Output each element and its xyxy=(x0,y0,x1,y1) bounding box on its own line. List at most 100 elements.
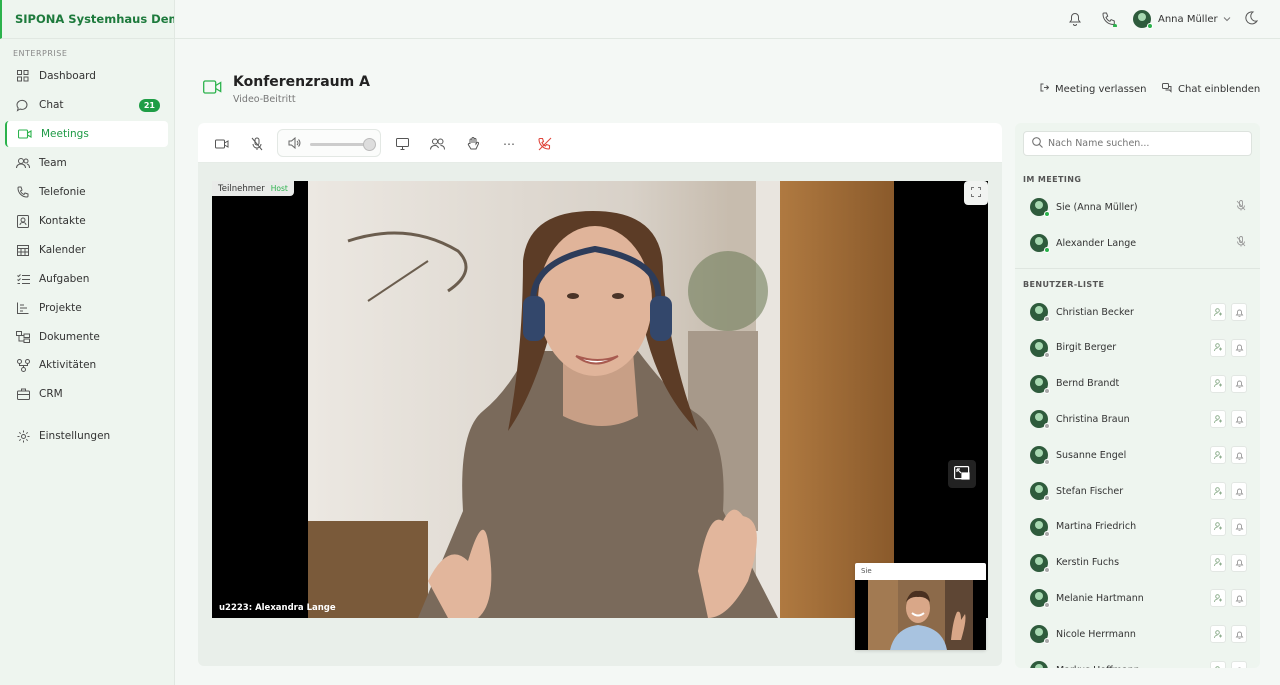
moon-icon[interactable] xyxy=(1244,11,1260,27)
show-chat-button[interactable]: Chat einblenden xyxy=(1162,83,1260,96)
bell-icon[interactable] xyxy=(1231,482,1247,500)
add-user-icon[interactable] xyxy=(1210,589,1226,608)
user-list-row[interactable]: Christina Braun xyxy=(1030,407,1250,431)
sidebar-item-projekte[interactable]: Projekte xyxy=(5,295,168,321)
sidebar-item-dashboard[interactable]: Dashboard xyxy=(5,63,168,89)
participants-icon[interactable] xyxy=(428,135,446,153)
bell-icon[interactable] xyxy=(1231,303,1247,321)
avatar xyxy=(1030,517,1050,537)
bell-icon[interactable] xyxy=(1231,374,1247,393)
avatar xyxy=(1030,234,1050,253)
more-icon[interactable]: ⋯ xyxy=(500,135,518,153)
user-list-row[interactable]: Nicole Herrmann xyxy=(1030,622,1250,646)
add-user-icon[interactable] xyxy=(1210,303,1226,321)
page-subtitle: Video-Beitritt xyxy=(233,94,296,105)
grid-icon xyxy=(15,69,31,83)
avatar xyxy=(1030,303,1050,322)
sidebar-item-label: Projekte xyxy=(39,302,82,314)
bell-icon[interactable] xyxy=(1231,553,1247,572)
bell-icon[interactable] xyxy=(1068,11,1084,27)
hangup-icon[interactable] xyxy=(536,135,554,153)
sidebar-item-team[interactable]: Team xyxy=(5,150,168,176)
volume-slider[interactable] xyxy=(310,138,376,151)
user-list-row[interactable]: Martina Friedrich xyxy=(1030,515,1250,539)
avatar xyxy=(1030,338,1050,358)
app-title[interactable]: SIPONA Systemhaus Demo... xyxy=(0,0,174,39)
sidebar-item-label: Dokumente xyxy=(39,331,100,343)
user-list-row[interactable]: Stefan Fischer xyxy=(1030,479,1250,503)
meeting-toolbar: ⋯ xyxy=(198,123,1002,163)
avatar xyxy=(1030,589,1050,609)
camera-icon[interactable] xyxy=(213,135,231,153)
avatar xyxy=(1030,482,1050,501)
screen-share-icon[interactable] xyxy=(393,135,411,153)
phone-icon[interactable] xyxy=(1101,11,1117,28)
sidebar-item-telefonie[interactable]: Telefonie xyxy=(5,179,168,205)
bell-icon[interactable] xyxy=(1231,589,1247,608)
user-name: Martina Friedrich xyxy=(1056,521,1137,533)
fullscreen-button[interactable] xyxy=(964,181,988,205)
leave-meeting-button[interactable]: Meeting verlassen xyxy=(1040,83,1147,95)
search-input[interactable] xyxy=(1048,138,1238,149)
user-list-row[interactable]: Kerstin Fuchs xyxy=(1030,551,1250,575)
bell-icon[interactable] xyxy=(1231,661,1247,668)
bell-icon[interactable] xyxy=(1231,338,1247,357)
raise-hand-icon[interactable] xyxy=(464,135,482,153)
video-icon xyxy=(17,127,33,141)
in-meeting-row[interactable]: Sie (Anna Müller) xyxy=(1030,195,1250,219)
add-user-icon[interactable] xyxy=(1210,446,1226,465)
sidebar-item-crm[interactable]: CRM xyxy=(5,381,168,407)
user-list-row[interactable]: Birgit Berger xyxy=(1030,336,1250,360)
main-video[interactable] xyxy=(212,181,988,618)
video-icon xyxy=(203,80,222,97)
sidebar-item-label: Kontakte xyxy=(39,215,86,227)
avatar xyxy=(1133,10,1153,29)
in-meeting-row[interactable]: Alexander Lange xyxy=(1030,231,1250,255)
add-user-icon[interactable] xyxy=(1210,553,1226,572)
sidebar-item-kalender[interactable]: Kalender xyxy=(5,237,168,263)
host-badge: Host xyxy=(270,184,288,193)
add-user-icon[interactable] xyxy=(1210,517,1226,536)
sidebar-item-einstellungen[interactable]: Einstellungen xyxy=(5,423,168,449)
add-user-icon[interactable] xyxy=(1210,338,1226,357)
sidebar-item-chat[interactable]: Chat 21 xyxy=(5,92,168,118)
bell-icon[interactable] xyxy=(1231,446,1247,465)
user-list-row[interactable]: Bernd Brandt xyxy=(1030,372,1250,396)
bell-icon[interactable] xyxy=(1231,625,1247,644)
volume-control[interactable] xyxy=(277,129,381,157)
add-user-icon[interactable] xyxy=(1210,482,1226,500)
picture-in-picture-button[interactable] xyxy=(948,460,976,488)
speaker-name: u2223: Alexandra Lange xyxy=(219,603,336,613)
sidebar-item-aufgaben[interactable]: Aufgaben xyxy=(5,266,168,292)
divider xyxy=(1015,268,1260,269)
sidebar-item-aktivitaeten[interactable]: Aktivitäten xyxy=(5,352,168,378)
sidebar-item-label: Meetings xyxy=(41,128,89,140)
user-name: Christina Braun xyxy=(1056,413,1130,425)
user-list-row[interactable]: Markus Hoffmann xyxy=(1030,658,1250,668)
sidebar-item-label: Team xyxy=(39,157,67,169)
sidebar-item-meetings[interactable]: Meetings xyxy=(5,121,168,147)
add-user-icon[interactable] xyxy=(1210,661,1226,668)
sidebar-item-kontakte[interactable]: Kontakte xyxy=(5,208,168,234)
bell-icon[interactable] xyxy=(1231,517,1247,536)
sidebar-item-dokumente[interactable]: Dokumente xyxy=(5,324,168,350)
user-list-row[interactable]: Susanne Engel xyxy=(1030,443,1250,467)
briefcase-icon xyxy=(15,387,31,401)
page-title: Konferenzraum A xyxy=(233,74,370,90)
gear-icon xyxy=(15,429,31,443)
user-list-row[interactable]: Melanie Hartmann xyxy=(1030,586,1250,610)
sidebar: SIPONA Systemhaus Demo... ENTERPRISE Das… xyxy=(0,0,175,685)
add-user-icon[interactable] xyxy=(1210,374,1226,393)
bell-icon[interactable] xyxy=(1231,410,1247,429)
self-view[interactable]: Sie xyxy=(855,563,986,650)
user-list-row[interactable]: Christian Becker xyxy=(1030,300,1250,324)
user-name: Susanne Engel xyxy=(1056,449,1127,461)
mic-muted-icon[interactable] xyxy=(248,135,266,153)
speaker-icon xyxy=(288,136,301,152)
user-menu[interactable]: Anna Müller xyxy=(1133,10,1231,29)
add-user-icon[interactable] xyxy=(1210,625,1226,644)
in-meeting-label: IM MEETING xyxy=(1023,175,1082,184)
search-box[interactable] xyxy=(1023,131,1252,156)
add-user-icon[interactable] xyxy=(1210,410,1226,429)
volume-slider-thumb[interactable] xyxy=(363,138,376,151)
